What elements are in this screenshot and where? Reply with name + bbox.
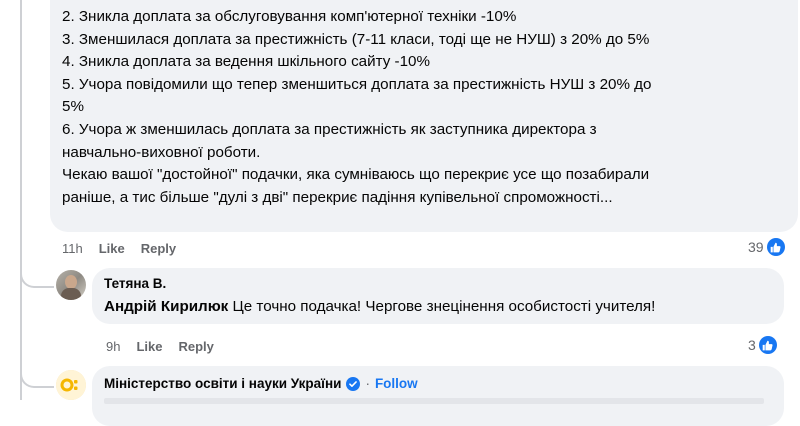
like-button[interactable]: Like [136, 339, 162, 354]
reply-author-name[interactable]: Тетяна В. [104, 276, 166, 291]
org-author-name[interactable]: Міністерство освіти і науки України [104, 376, 341, 391]
reply-comment-text: Андрій Кирилюк Це точно подачка! Чергове… [104, 298, 655, 315]
like-icon [758, 336, 777, 354]
ministry-logo-icon [56, 370, 86, 400]
reply-button[interactable]: Reply [178, 339, 213, 354]
like-icon [766, 238, 785, 256]
ministry-logo-avatar[interactable] [56, 370, 86, 400]
reply-comment-reactions[interactable]: 3 [748, 336, 777, 354]
separator-dot: · [365, 376, 370, 391]
reply-button[interactable]: Reply [141, 241, 176, 256]
avatar-face [65, 275, 77, 289]
reaction-count: 39 [748, 239, 764, 255]
org-comment-header: Міністерство освіти і науки України · Fo… [104, 376, 418, 391]
verified-badge-icon [346, 376, 361, 391]
org-comment-text-cutoff [104, 398, 764, 404]
thread-line [20, 0, 22, 400]
main-comment-reactions[interactable]: 39 [748, 238, 785, 256]
comment-line: 5% [62, 98, 84, 116]
reply-body-text: Це точно подачка! Чергове знецінення осо… [232, 298, 656, 315]
main-comment-actions: 11h Like Reply [62, 241, 192, 256]
user-avatar[interactable] [56, 270, 86, 300]
comment-line: 3. Зменшилася доплата за престижність (7… [62, 30, 650, 48]
comment-line: 4. Зникла доплата за ведення шкільного с… [62, 53, 430, 71]
comment-line: 2. Зникла доплата за обслуговування комп… [62, 8, 517, 25]
reply-comment-actions: 9h Like Reply [106, 339, 230, 354]
comment-line: раніше, а тис більше "дулі з дві" перекр… [62, 188, 613, 206]
comment-line: навчально-виховної роботи. [62, 143, 261, 161]
org-comment-bubble [92, 366, 784, 426]
mention-link[interactable]: Андрій Кирилюк [104, 298, 228, 315]
comment-line: 5. Учора повідомили що тепер зменшиться … [62, 75, 652, 93]
comment-timestamp[interactable]: 11h [62, 241, 83, 256]
main-comment-text: 2. Зникла доплата за обслуговування комп… [62, 6, 782, 209]
thread-connector-org [20, 366, 54, 388]
reaction-count: 3 [748, 337, 756, 353]
thread-connector-reply [20, 266, 54, 288]
reply-comment-bubble [92, 268, 784, 324]
comment-line: Чекаю вашої "достойної" подачки, яка сум… [62, 166, 650, 184]
avatar-body [61, 288, 81, 300]
comment-line: 6. Учора ж зменшилась доплата за престиж… [62, 120, 597, 138]
follow-button[interactable]: Follow [375, 376, 418, 391]
like-button[interactable]: Like [99, 241, 125, 256]
comment-timestamp[interactable]: 9h [106, 339, 120, 354]
